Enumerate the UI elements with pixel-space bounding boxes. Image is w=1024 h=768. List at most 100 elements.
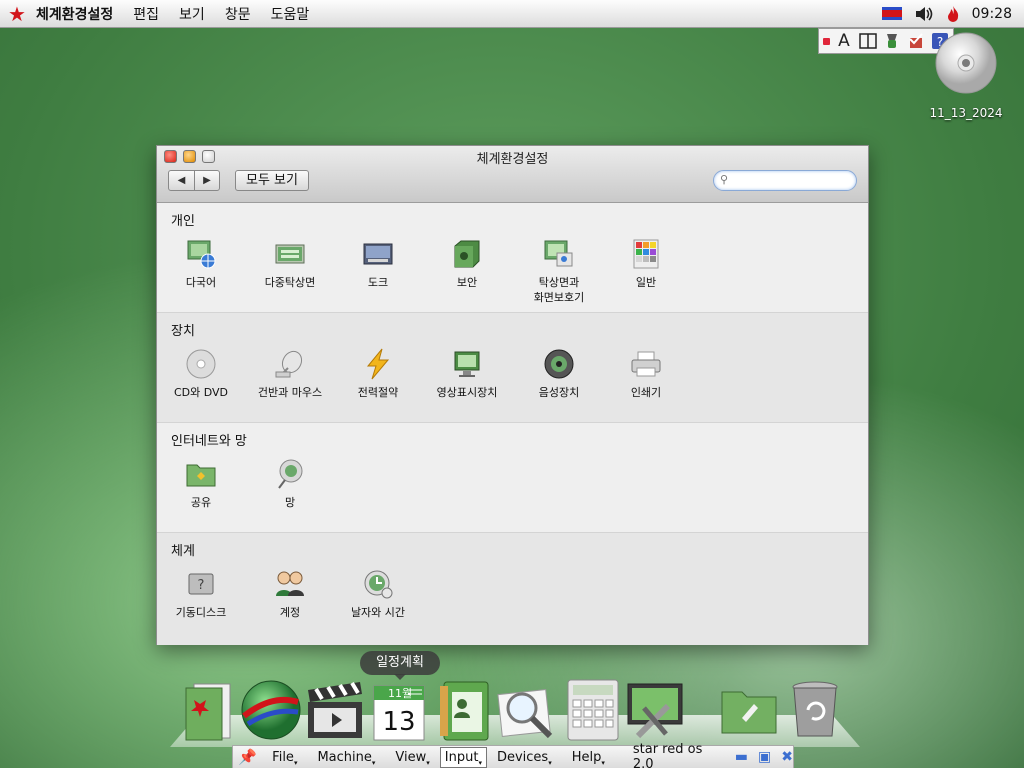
network-icon [274,458,306,490]
pane-startup-disk[interactable]: ? 기동디스크 [151,568,251,620]
pane-label: 건반과 마우스 [257,386,323,399]
printer-icon [630,348,662,380]
nav-buttons: ◀ ▶ [168,170,220,191]
star-logo-icon[interactable]: ★ [0,2,34,26]
pane-label: 망 [284,496,296,509]
section-system: 체계 ? 기동디스크 계정 날자와 시간 [157,533,868,645]
calendar-icon[interactable]: 11월 13 [368,678,430,742]
vm-menu-machine[interactable]: Machine▾ [307,750,385,767]
pane-network[interactable]: 망 [240,458,340,510]
pane-accounts[interactable]: 계정 [240,568,340,620]
window-titlebar[interactable]: 체계환경설정 ◀ ▶ 모두 보기 ⚲ [157,146,868,203]
search-input[interactable] [734,173,850,188]
flag-icon[interactable] [881,7,902,20]
display-icon [451,348,483,380]
status-area: 09:28 [881,5,1024,23]
pane-security[interactable]: 보안 [417,238,517,290]
preferences-window: 체계환경설정 ◀ ▶ 모두 보기 ⚲ 개인 다국어 다중탁상면 도크 보안 탁상… [156,145,869,645]
pane-displays[interactable]: 영상표시장치 [417,348,517,400]
keyboard-mouse-icon [274,348,306,380]
sharing-icon [185,458,217,490]
svg-text:?: ? [198,578,205,593]
input-method-panel: A ? [818,28,954,54]
menu-app-name[interactable]: 체계환경설정 [34,4,123,24]
search-field[interactable]: ⚲ [713,170,857,191]
pane-label: 기동디스크 [175,606,227,619]
menu-window[interactable]: 창문 [215,4,261,24]
vm-menu-label: File [272,749,294,765]
pane-printer[interactable]: 인쇄기 [596,348,696,400]
section-personal: 개인 다국어 다중탁상면 도크 보안 탁상면과 화면보호기 일반 [157,203,868,313]
pane-general[interactable]: 일반 [596,238,696,290]
cd-label[interactable]: 11_13_2024 [916,106,1016,120]
dock-icon [362,238,394,270]
close-icon[interactable]: ✖ [781,749,793,765]
dropdown-caret-icon: ▾ [426,758,430,767]
multi-desktop-icon [274,238,306,270]
security-icon [451,238,483,270]
show-all-button[interactable]: 모두 보기 [235,170,309,191]
flame-icon[interactable] [946,5,960,23]
trash-icon[interactable] [784,678,846,742]
folder-icon[interactable] [718,678,780,742]
vm-menu-label: Devices [496,749,549,765]
section-title: 체계 [171,544,195,559]
pane-label: 날자와 시간 [350,606,406,619]
check-tool-icon[interactable] [906,31,926,51]
video-clapper-icon[interactable] [304,678,366,742]
sound-icon [543,348,575,380]
vm-menu-input[interactable]: Input▾ [439,746,487,768]
pane-label: 보안 [456,276,478,289]
vm-menu-file[interactable]: File▾ [262,749,307,767]
pane-label: 영상표시장치 [436,386,498,399]
pane-label: 일반 [635,276,657,289]
pane-sound[interactable]: 음성장치 [509,348,609,400]
cd-disc-icon[interactable] [935,32,997,94]
vm-menu-devices[interactable]: Devices▾ [487,749,562,767]
back-button[interactable]: ◀ [169,171,194,190]
pane-multilingual[interactable]: 다국어 [151,238,251,290]
minimize-icon[interactable]: ▬ [735,749,748,765]
dropdown-caret-icon: ▾ [293,758,298,767]
pane-label: 다중탁상면 [264,276,316,289]
section-title: 인터네트와 망 [171,434,247,449]
pane-cd-dvd[interactable]: CD와 DVD [151,348,251,400]
menu-view[interactable]: 보기 [169,4,215,24]
cd-dvd-icon [185,348,217,380]
search-magnifier-icon[interactable] [496,678,558,742]
menu-edit[interactable]: 편집 [123,4,169,24]
pin-icon[interactable]: 📌 [233,748,262,766]
system-tools-icon[interactable] [624,678,686,742]
panel-handle-icon[interactable] [823,37,830,45]
menu-help[interactable]: 도움말 [261,4,320,24]
volume-icon[interactable] [914,6,934,22]
pane-sharing[interactable]: 공유 [151,458,251,510]
pane-multi-desktop[interactable]: 다중탁상면 [240,238,340,290]
accounts-icon [274,568,306,600]
documents-icon[interactable] [180,678,242,742]
address-book-icon[interactable] [432,678,494,742]
layout-toggle-icon[interactable] [858,31,878,51]
pane-label: 도크 [367,276,389,289]
section-title: 개인 [171,214,195,229]
input-mode-letter[interactable]: A [834,31,854,51]
forward-button[interactable]: ▶ [194,171,219,190]
vm-name-label: star red os 2.0 [632,742,703,768]
pane-dock[interactable]: 도크 [328,238,428,290]
pane-desktop-screensaver[interactable]: 탁상면과 화면보호기 [509,238,609,305]
brush-icon[interactable] [882,31,902,51]
vm-menu-view[interactable]: View▾ [385,750,439,767]
vm-toolbar: 📌 File▾ Machine▾ View▾ Input▾ Devices▾ H… [232,742,794,768]
clock[interactable]: 09:28 [972,6,1012,22]
restore-icon[interactable]: ▣ [758,749,771,765]
startup-disk-icon: ? [185,568,217,600]
pane-date-time[interactable]: 날자와 시간 [328,568,428,620]
browser-globe-icon[interactable] [240,678,302,742]
pane-energy-saver[interactable]: 전력절약 [328,348,428,400]
general-icon [630,238,662,270]
pane-keyboard-mouse[interactable]: 건반과 마우스 [240,348,340,400]
vm-menu-label: Input [444,749,479,765]
vm-menu-help[interactable]: Help▾ [562,750,615,767]
search-icon: ⚲ [720,173,729,186]
calculator-icon[interactable] [562,678,624,742]
